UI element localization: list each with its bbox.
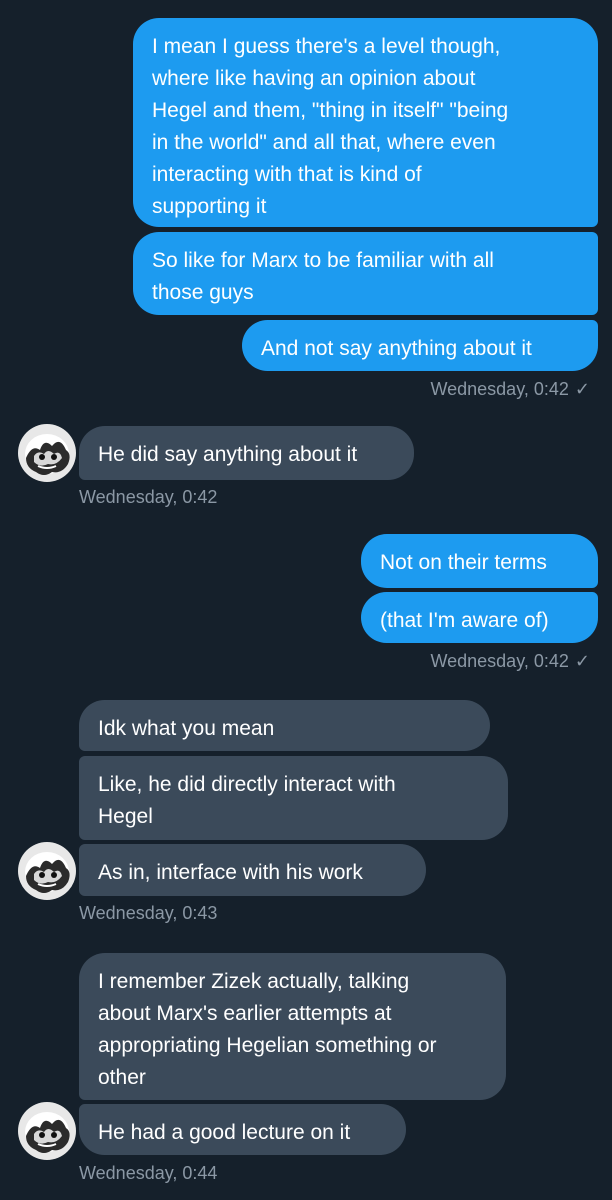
sent-message[interactable]: I mean I guess there's a level though, w… <box>133 18 598 227</box>
avatar-icon <box>18 842 76 900</box>
timestamp-text: Wednesday, 0:42 <box>430 651 569 671</box>
message-timestamp: Wednesday, 0:42 ✓ <box>430 650 590 672</box>
received-message[interactable]: Like, he did directly interact with Hege… <box>79 756 508 840</box>
message-timestamp: Wednesday, 0:42 ✓ <box>430 378 590 400</box>
message-timestamp: Wednesday, 0:42 <box>79 486 217 508</box>
avatar[interactable] <box>18 1102 76 1160</box>
message-timestamp: Wednesday, 0:44 <box>79 1162 217 1184</box>
timestamp-text: Wednesday, 0:42 <box>430 379 569 399</box>
sent-message[interactable]: And not say anything about it <box>242 320 598 371</box>
timestamp-text: Wednesday, 0:43 <box>79 903 218 923</box>
avatar-icon <box>18 1102 76 1160</box>
sent-message[interactable]: So like for Marx to be familiar with all… <box>133 232 598 315</box>
received-message[interactable]: As in, interface with his work <box>79 844 426 896</box>
read-check-icon: ✓ <box>574 379 590 399</box>
received-message[interactable]: Idk what you mean <box>79 700 490 751</box>
timestamp-text: Wednesday, 0:44 <box>79 1163 218 1183</box>
sent-message[interactable]: Not on their terms <box>361 534 598 588</box>
sent-message[interactable]: (that I'm aware of) <box>361 592 598 643</box>
avatar[interactable] <box>18 842 76 900</box>
received-message[interactable]: I remember Zizek actually, talking about… <box>79 953 506 1100</box>
avatar-icon <box>18 424 76 482</box>
received-message[interactable]: He had a good lecture on it <box>79 1104 406 1155</box>
timestamp-text: Wednesday, 0:42 <box>79 487 218 507</box>
avatar[interactable] <box>18 424 76 482</box>
message-timestamp: Wednesday, 0:43 <box>79 902 217 924</box>
read-check-icon: ✓ <box>574 651 590 671</box>
received-message[interactable]: He did say anything about it <box>79 426 414 480</box>
